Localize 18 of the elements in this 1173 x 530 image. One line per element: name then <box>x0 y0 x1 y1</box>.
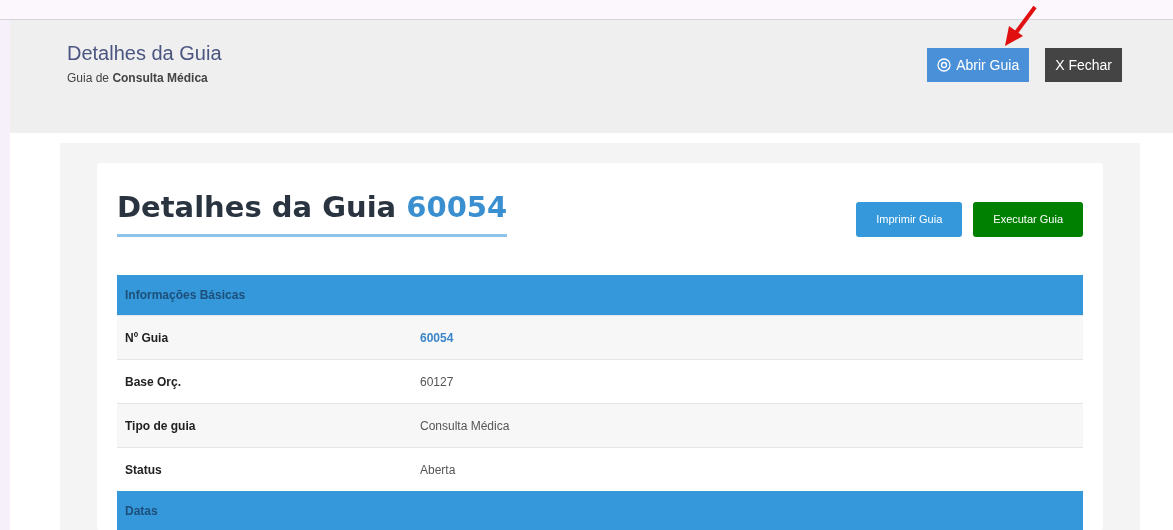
close-button[interactable]: X Fechar <box>1045 48 1122 82</box>
circle-icon <box>937 58 952 72</box>
card-title: Detalhes da Guia 60054 <box>117 189 508 225</box>
print-button[interactable]: Imprimir Guia <box>856 202 963 237</box>
field-label: Base Orç. <box>124 373 183 391</box>
field-value: Consulta Médica <box>420 417 510 435</box>
field-value: Aberta <box>420 461 456 479</box>
section-title: Datas <box>125 503 158 520</box>
field-value: 60127 <box>420 373 454 391</box>
execute-button[interactable]: Executar Guia <box>973 202 1083 237</box>
field-label: Nº Guia <box>124 329 170 347</box>
field-value: 60054 <box>420 329 454 347</box>
section-title: Informações Básicas <box>125 287 246 304</box>
open-guide-button[interactable]: Abrir Guia <box>927 48 1030 82</box>
page-title: Detalhes da Guia <box>67 41 222 66</box>
page-subtitle: Guia de Consulta Médica <box>67 70 209 87</box>
field-label: Tipo de guia <box>124 417 197 435</box>
field-label: Status <box>124 461 163 479</box>
